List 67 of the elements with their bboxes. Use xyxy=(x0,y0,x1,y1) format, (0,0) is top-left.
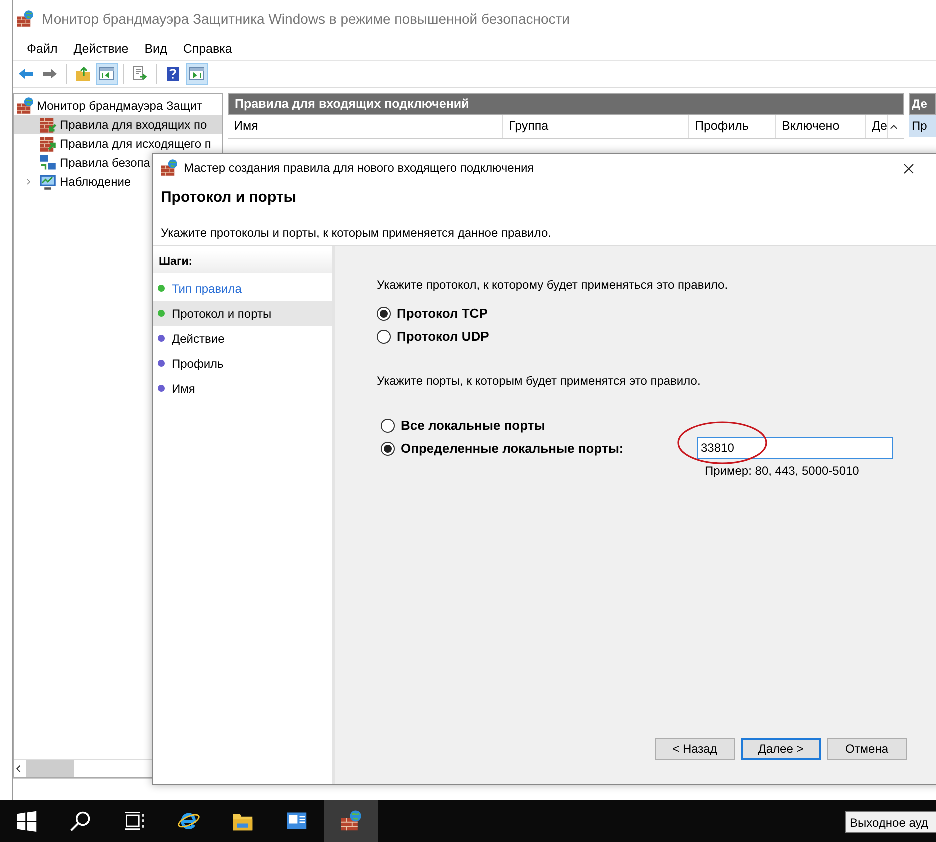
menu-item[interactable]: Действие xyxy=(66,40,137,58)
ports-prompt: Укажите порты, к которым будет применятся это правило. xyxy=(377,373,702,390)
scrollbar-thumb[interactable] xyxy=(26,760,74,777)
column-header[interactable]: Группа xyxy=(503,115,689,138)
toolbar-button[interactable] xyxy=(96,63,118,85)
menu-item[interactable]: Справка xyxy=(175,40,240,58)
radio-option[interactable]: Определенные локальные порты: xyxy=(381,437,697,460)
tooltip: Выходное ауд xyxy=(845,811,936,833)
radio-option[interactable]: Протокол TCP xyxy=(377,302,936,325)
example-hint: Пример: 80, 443, 5000-5010 xyxy=(704,463,860,480)
back-arrow-icon xyxy=(18,66,34,82)
action-item[interactable]: Пр xyxy=(909,115,936,137)
radio-option[interactable]: Все локальные порты xyxy=(381,414,697,437)
tree-item[interactable]: Наблюдение xyxy=(14,172,132,191)
column-header[interactable]: Имя xyxy=(228,115,503,138)
export-list-icon xyxy=(132,66,148,82)
port-input-field[interactable]: 33810 xyxy=(697,437,893,459)
firewall-icon xyxy=(340,810,362,832)
dialog-title: Мастер создания правила для нового входящего подключения xyxy=(184,160,534,177)
tree-label: Правила для входящих по xyxy=(60,116,208,134)
column-header[interactable]: Де xyxy=(866,115,888,138)
help-icon xyxy=(165,66,181,82)
pane-toggle-icon xyxy=(189,66,205,82)
wizard-button[interactable]: < Назад xyxy=(655,738,735,760)
server-manager-icon xyxy=(286,810,308,832)
monitor-icon xyxy=(39,172,57,190)
wizard-button[interactable]: Отмена xyxy=(827,738,907,760)
firewall-icon xyxy=(160,159,178,177)
tree-label: Монитор брандмауэра Защит xyxy=(37,98,202,114)
radio-option[interactable]: Протокол UDP xyxy=(377,325,936,348)
column-header[interactable]: Включено xyxy=(776,115,866,138)
folder-up-icon xyxy=(75,66,91,82)
tree-item[interactable]: Правила для исходящего п xyxy=(14,134,212,153)
inbound-rules-icon xyxy=(39,116,57,134)
menu-item[interactable]: Вид xyxy=(136,40,176,58)
page-subtitle: Укажите протоколы и порты, к которым применяется данное правило. xyxy=(161,224,553,242)
wizard-step[interactable]: Протокол и порты xyxy=(153,301,332,326)
firewall-icon xyxy=(16,96,34,114)
firewall-icon xyxy=(16,10,34,28)
protocol-prompt: Укажите протокол, к которому будет применяться это правило. xyxy=(377,277,730,294)
forward-arrow-icon xyxy=(42,66,58,82)
wizard-step[interactable]: Тип правила xyxy=(153,276,332,301)
chevron-right-icon[interactable] xyxy=(25,177,33,188)
search-icon xyxy=(70,810,92,832)
pane-header: Де xyxy=(909,93,936,115)
window-title: Монитор брандмауэра Защитника Windows в режиме повышенной безопасности xyxy=(42,10,570,29)
menu-item[interactable]: Файл xyxy=(19,40,66,58)
computers-icon xyxy=(39,154,57,172)
tree-item[interactable]: Правила безопа xyxy=(14,153,150,172)
task-view-icon xyxy=(124,810,146,832)
close-icon xyxy=(903,163,915,176)
column-header[interactable]: Профиль xyxy=(689,115,776,138)
wizard-step[interactable]: Профиль xyxy=(153,351,332,376)
tree-item[interactable]: Правила для входящих по xyxy=(14,115,222,134)
outbound-rules-icon xyxy=(39,134,57,152)
wizard-step[interactable]: Действие xyxy=(153,326,332,351)
tree-label: Правила для исходящего п xyxy=(60,136,212,152)
tree-label: Правила безопа xyxy=(60,154,150,172)
wizard-button[interactable]: Далее > xyxy=(741,738,821,760)
pane-header: Правила для входящих подключений xyxy=(228,93,904,115)
pane-toggle-icon xyxy=(99,66,115,82)
windows-logo-icon xyxy=(16,810,38,832)
tree-label: Наблюдение xyxy=(60,174,132,190)
tree-item[interactable]: Монитор брандмауэра Защит xyxy=(14,96,202,115)
page-heading: Протокол и порты xyxy=(161,188,298,208)
toolbar-button[interactable] xyxy=(186,63,208,85)
wizard-step[interactable]: Имя xyxy=(153,376,332,401)
